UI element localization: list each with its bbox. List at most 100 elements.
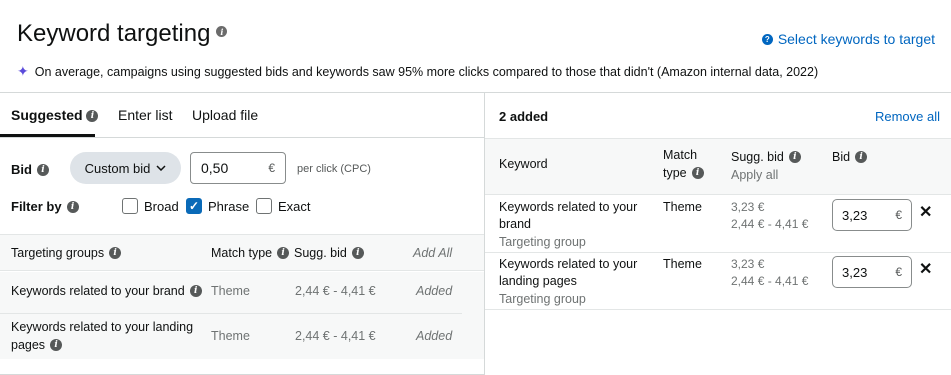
keyword-subtitle: Targeting group xyxy=(499,235,586,249)
info-icon[interactable]: i xyxy=(50,339,63,351)
filter-phrase-label: Phrase xyxy=(208,198,250,214)
added-keyword-row: Keywords related to your landing pages T… xyxy=(485,253,951,310)
header-text: Sugg. bid xyxy=(731,150,784,164)
table-row: Keywords related to your landing pages i… xyxy=(0,314,484,359)
keyword-sugg-range: 2,44 € - 4,41 € xyxy=(731,274,809,288)
filter-broad-checkbox[interactable]: Broad xyxy=(122,198,179,214)
left-panel: Suggested i Enter list Upload file Bid i… xyxy=(0,92,485,375)
close-icon[interactable]: ✕ xyxy=(919,259,932,279)
column-header-keyword: Keyword xyxy=(499,157,548,171)
chevron-down-icon xyxy=(156,165,166,171)
column-header-match-line1: Match xyxy=(663,148,698,162)
suggestion-notice: ✦ On average, campaigns using suggested … xyxy=(17,63,818,80)
added-keyword-row: Keywords related to your brand Targeting… xyxy=(485,196,951,253)
targeting-table-header: Targeting groups i Match type i Sugg. bi… xyxy=(0,234,484,271)
column-header-sugg-bid: Sugg. bid i xyxy=(294,246,364,260)
keyword-bid-input[interactable]: 3,23 € xyxy=(832,199,912,231)
header-text: Sugg. bid xyxy=(294,246,347,260)
filter-label-text: Filter by xyxy=(11,199,62,214)
tab-suggested[interactable]: Suggested i xyxy=(11,107,99,123)
checkmark-icon[interactable]: ✓ xyxy=(186,198,202,214)
info-icon[interactable]: i xyxy=(855,151,868,163)
added-table-header: Keyword Match type i Sugg. bid i Apply a… xyxy=(485,138,951,195)
tab-enter-list[interactable]: Enter list xyxy=(118,107,172,123)
info-icon[interactable]: i xyxy=(109,247,122,259)
header-text: Targeting groups xyxy=(11,246,105,260)
per-click-label: per click (CPC) xyxy=(297,163,371,175)
header-text: type xyxy=(663,166,687,180)
info-icon[interactable]: i xyxy=(66,200,79,213)
row-sugg-bid: 2,44 € - 4,41 € xyxy=(295,329,376,343)
tab-upload-file[interactable]: Upload file xyxy=(192,107,258,123)
keyword-line2: brand xyxy=(499,217,531,231)
apply-all-button[interactable]: Apply all xyxy=(731,168,778,182)
keyword-sugg-bid: 3,23 € xyxy=(731,257,765,271)
row-match-type: Theme xyxy=(211,329,250,343)
row-status: Added xyxy=(416,329,453,343)
row-name-line2: pages i xyxy=(11,338,63,352)
select-keywords-link[interactable]: ? Select keywords to target xyxy=(761,31,935,47)
filter-label: Filter by i xyxy=(11,199,79,214)
bid-label: Bid i xyxy=(11,162,49,177)
bid-value: 3,23 xyxy=(842,207,868,223)
info-icon[interactable]: i xyxy=(216,26,228,38)
row-name-line1: Keywords related to your landing xyxy=(11,320,194,334)
custom-bid-dropdown[interactable]: Custom bid xyxy=(70,152,181,184)
active-tab-indicator xyxy=(0,134,95,137)
page-title: Keyword targeting i xyxy=(17,20,228,48)
keyword-line2: landing pages xyxy=(499,274,577,288)
keyword-sugg-bid: 3,23 € xyxy=(731,200,765,214)
page-title-text: Keyword targeting xyxy=(17,20,211,47)
bid-value: 3,23 xyxy=(842,264,868,280)
remove-all-button[interactable]: Remove all xyxy=(875,109,940,124)
keyword-line1: Keywords related to your xyxy=(499,257,638,271)
tab-suggested-label: Suggested xyxy=(11,107,83,123)
info-icon[interactable]: i xyxy=(788,151,801,163)
add-all-button[interactable]: Add All xyxy=(413,246,452,260)
help-icon: ? xyxy=(761,33,773,45)
keyword-match-type: Theme xyxy=(663,257,702,271)
close-icon[interactable]: ✕ xyxy=(919,202,932,222)
checkbox-unchecked[interactable] xyxy=(122,198,138,214)
column-header-bid: Bid i xyxy=(832,150,868,164)
column-header-match-type: Match type i xyxy=(211,246,290,260)
right-panel: 2 added Remove all Keyword Match type i … xyxy=(485,92,951,375)
sparkle-icon: ✦ xyxy=(17,63,29,79)
info-icon[interactable]: i xyxy=(86,110,99,123)
currency-symbol: € xyxy=(895,265,902,279)
info-icon[interactable]: i xyxy=(277,247,290,259)
custom-bid-label: Custom bid xyxy=(84,160,151,176)
bid-input[interactable]: 0,50 € xyxy=(190,152,286,184)
keyword-sugg-range: 2,44 € - 4,41 € xyxy=(731,217,809,231)
bid-label-text: Bid xyxy=(11,162,32,177)
filter-exact-label: Exact xyxy=(278,198,311,214)
filter-phrase-checkbox[interactable]: ✓ Phrase xyxy=(186,198,249,214)
row-match-type: Theme xyxy=(211,284,250,298)
info-icon[interactable]: i xyxy=(351,247,364,259)
info-icon[interactable]: i xyxy=(36,163,49,176)
filter-exact-checkbox[interactable]: Exact xyxy=(256,198,311,214)
row-name-text: pages xyxy=(11,338,46,352)
tab-bar: Suggested i Enter list Upload file xyxy=(0,93,485,138)
row-name: Keywords related to your brand i xyxy=(11,284,202,298)
keyword-bid-input[interactable]: 3,23 € xyxy=(832,256,912,288)
keyword-subtitle: Targeting group xyxy=(499,292,586,306)
checkbox-unchecked[interactable] xyxy=(256,198,272,214)
column-header-match-line2: type i xyxy=(663,166,704,180)
row-name-text: Keywords related to your brand xyxy=(11,284,185,298)
bid-input-value: 0,50 xyxy=(201,160,229,176)
row-sugg-bid: 2,44 € - 4,41 € xyxy=(295,284,376,298)
currency-symbol: € xyxy=(895,208,902,222)
column-header-targeting-groups: Targeting groups i xyxy=(11,246,122,260)
info-icon[interactable]: i xyxy=(189,285,202,297)
row-status: Added xyxy=(416,284,453,298)
currency-symbol: € xyxy=(268,161,275,175)
info-icon[interactable]: i xyxy=(691,167,704,179)
keyword-line1: Keywords related to your xyxy=(499,200,638,214)
keyword-match-type: Theme xyxy=(663,200,702,214)
select-keywords-text: Select keywords to target xyxy=(777,31,935,47)
header-text: Bid xyxy=(832,150,851,164)
filter-broad-label: Broad xyxy=(144,198,179,214)
added-count: 2 added xyxy=(499,109,549,124)
header-text: Match type xyxy=(211,246,273,260)
